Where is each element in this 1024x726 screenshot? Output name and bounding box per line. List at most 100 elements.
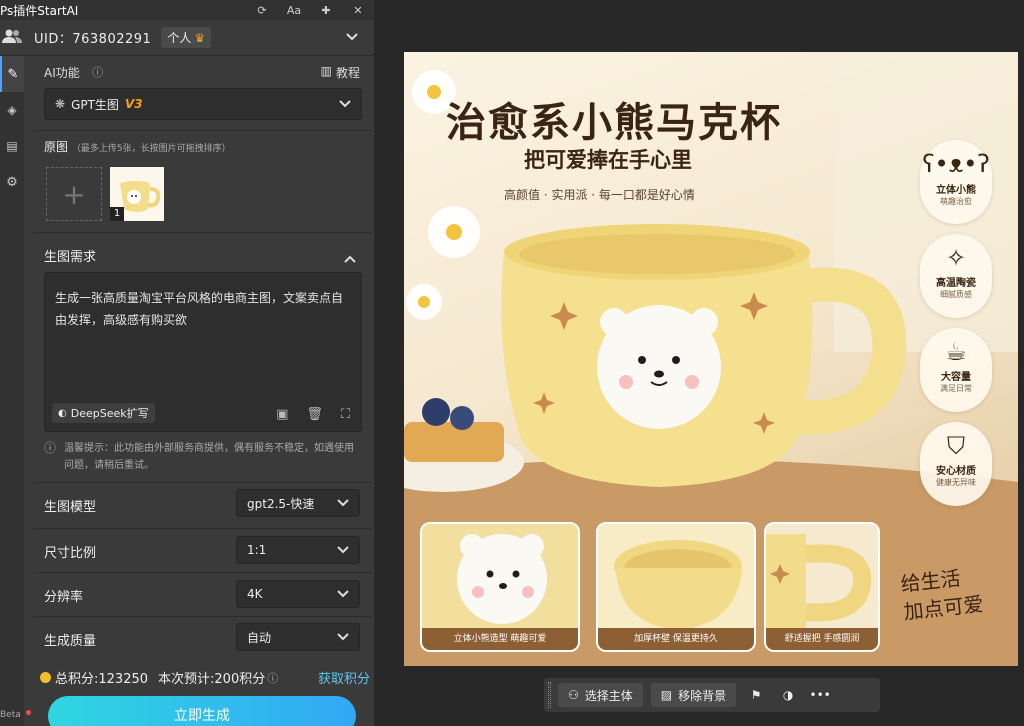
detail-caption: 立体小熊造型 萌趣可爱	[422, 628, 578, 650]
title-bar: Ps插件StartAI ⟳ Aa ✚ ✕	[0, 0, 374, 20]
history-icon[interactable]: ▣	[276, 407, 288, 422]
nav-layers[interactable]: ◈	[0, 92, 24, 128]
note-icon: ▤	[6, 139, 18, 153]
ai-function-value: GPT生图	[71, 97, 119, 112]
mug-handle-image	[766, 524, 878, 634]
feature-sub: 萌趣治愈	[940, 197, 972, 206]
openai-icon: ❋	[55, 97, 66, 111]
generate-button[interactable]: 立即生成	[48, 696, 356, 726]
window-title: Ps插件StartAI	[0, 3, 79, 18]
divider	[34, 130, 372, 131]
shield-icon: ⛉	[947, 432, 965, 460]
feature-title: 立体小熊	[936, 185, 976, 196]
total-points: 总积分:123250	[55, 672, 149, 687]
resolution-select[interactable]: 4K	[236, 580, 360, 608]
model-label: 生图模型	[44, 500, 97, 515]
select-subject-button[interactable]: ⚇ 选择主体	[558, 683, 643, 707]
chevron-down-icon[interactable]	[346, 30, 358, 45]
pen-icon: ✎	[7, 66, 19, 82]
tutorial-label: 教程	[335, 66, 360, 80]
remove-background-label: 移除背景	[678, 688, 727, 703]
plan-label: 个人	[167, 31, 192, 45]
get-points-link[interactable]: 获取积分	[318, 668, 370, 687]
flag-icon[interactable]: ⚑	[744, 688, 768, 702]
ad-tagline: 高颜值 · 实用派 · 每一口都是好心情	[504, 188, 695, 202]
drag-handle[interactable]	[548, 682, 551, 708]
image-icon: ▨	[660, 688, 673, 702]
estimate-points: 本次预计:200积分	[158, 672, 266, 687]
ai-function-select[interactable]: ❋ GPT生图 V3	[44, 88, 362, 120]
thumbnail-index: 1	[110, 207, 124, 221]
notification-dot	[26, 710, 31, 715]
generated-image[interactable]: 治愈系小熊马克杯 把可爱捧在手心里 高颜值 · 实用派 · 每一口都是好心情 ʕ…	[404, 52, 1018, 666]
points-bar: 总积分:123250 本次预计:200积分 ⓘ 获取积分	[40, 668, 370, 687]
prompt-label: 生图需求	[44, 250, 97, 265]
close-icon[interactable]: ✕	[342, 4, 374, 17]
feature-title: 高温陶瓷	[936, 278, 976, 289]
ratio-label: 尺寸比例	[44, 546, 97, 561]
side-nav: ✎ ◈ ▤ ⚙	[0, 56, 24, 726]
feature-title: 大容量	[941, 372, 971, 383]
source-images-hint: （最多上传5张，长按图片可拖拽排序）	[71, 144, 231, 154]
users-icon	[2, 28, 28, 48]
detail-card: 立体小熊造型 萌趣可爱	[420, 522, 580, 652]
plus-icon: +	[62, 177, 86, 211]
resolution-label: 分辨率	[44, 590, 84, 605]
detail-card: 舒适握把 手感圆润	[764, 522, 880, 652]
feature-badge: ☕ 大容量 满足日常	[920, 328, 992, 412]
notice: ⓘ 温馨提示：此功能由外部服务商提供，偶有服务不稳定，如遇使用问题，请稍后重试。	[44, 440, 362, 474]
divider	[34, 232, 372, 233]
nav-settings[interactable]: ⚙	[0, 164, 24, 200]
canvas-toolbar: ⚇ 选择主体 ▨ 移除背景 ⚑ ◑ •••	[544, 678, 880, 712]
coin-icon	[40, 672, 51, 683]
chevron-down-icon	[337, 543, 349, 557]
quality-value: 自动	[247, 630, 272, 645]
trash-icon[interactable]: 🗑	[306, 407, 323, 422]
ad-title: 治愈系小熊马克杯	[446, 100, 782, 146]
tutorial-link[interactable]: ▥ 教程	[321, 64, 360, 81]
cup-icon: ☕	[945, 338, 967, 366]
feature-badge: ⛉ 安心材质 健康无异味	[920, 422, 992, 506]
resolution-value: 4K	[247, 587, 263, 601]
font-size-icon[interactable]: Aa	[278, 4, 310, 17]
chevron-up-icon[interactable]	[344, 248, 356, 267]
info-icon[interactable]: ⓘ	[267, 670, 278, 686]
more-icon[interactable]: •••	[808, 688, 832, 702]
source-images-header: 原图 （最多上传5张，长按图片可拖拽排序）	[44, 138, 231, 155]
model-value: gpt2.5-快速	[247, 496, 315, 511]
upload-image-button[interactable]: +	[46, 167, 102, 221]
plan-badge[interactable]: 个人 ♛	[161, 27, 212, 48]
nav-edit[interactable]: ✎	[0, 56, 24, 92]
chevron-down-icon	[337, 587, 349, 601]
ratio-value: 1:1	[247, 543, 267, 557]
textarea-actions: ▣ 🗑 ⛶	[276, 407, 350, 422]
detail-card: 加厚杯壁 保温更持久	[596, 522, 756, 652]
info-icon[interactable]: ⓘ	[92, 64, 103, 80]
layers-icon: ◈	[7, 103, 17, 117]
divider	[34, 482, 372, 483]
book-icon: ▥	[320, 64, 332, 78]
source-image-thumbnail[interactable]: 1	[110, 167, 164, 221]
model-select[interactable]: gpt2.5-快速	[236, 489, 360, 517]
remove-background-button[interactable]: ▨ 移除背景	[650, 683, 737, 707]
refresh-icon[interactable]: ⟳	[246, 4, 278, 17]
contrast-icon[interactable]: ◑	[776, 688, 800, 702]
detail-caption: 加厚杯壁 保温更持久	[598, 628, 754, 650]
feature-badge: ʕ•ᴥ•ʔ 立体小熊 萌趣治愈	[920, 140, 992, 224]
ratio-select[interactable]: 1:1	[236, 536, 360, 564]
select-subject-label: 选择主体	[584, 688, 633, 703]
quality-select[interactable]: 自动	[236, 623, 360, 651]
pin-icon[interactable]: ✚	[310, 4, 342, 17]
nav-notes[interactable]: ▤	[0, 128, 24, 164]
feature-sub: 细腻质感	[940, 290, 972, 299]
bear-icon: ʕ•ᴥ•ʔ	[922, 150, 990, 178]
divider	[34, 616, 372, 617]
person-icon: ⚇	[568, 688, 579, 702]
fullscreen-icon[interactable]: ⛶	[341, 407, 350, 422]
source-images-label: 原图	[44, 140, 69, 154]
chevron-down-icon	[337, 496, 349, 510]
divider	[34, 572, 372, 573]
feature-title: 安心材质	[936, 466, 976, 477]
quality-label: 生成质量	[44, 634, 97, 649]
deepseek-expand-button[interactable]: ◐ DeepSeek扩写	[52, 403, 155, 423]
